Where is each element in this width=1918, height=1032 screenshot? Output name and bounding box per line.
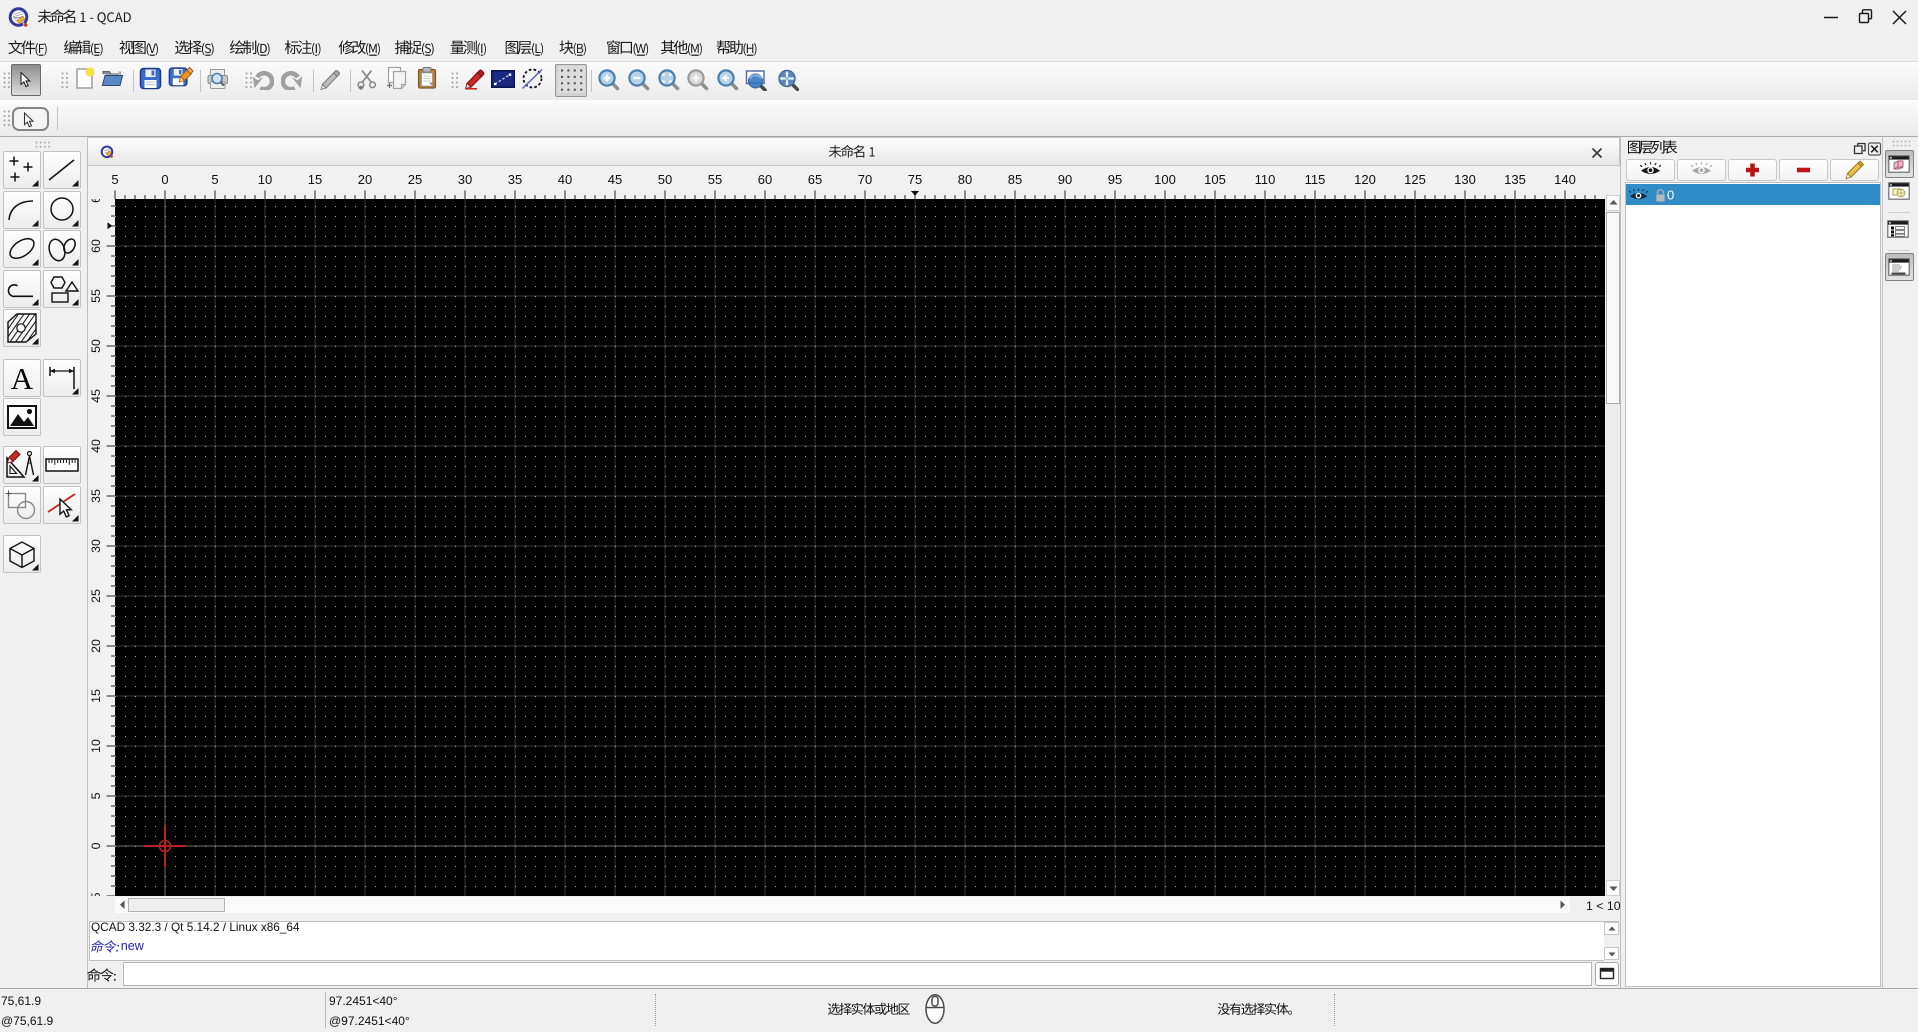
svg-text:60: 60 bbox=[89, 239, 103, 253]
svg-text:0: 0 bbox=[161, 172, 168, 187]
svg-text:30: 30 bbox=[89, 539, 103, 553]
svg-text:0: 0 bbox=[89, 842, 103, 849]
svg-text:50: 50 bbox=[658, 172, 672, 187]
svg-text:15: 15 bbox=[89, 689, 103, 703]
svg-text:90: 90 bbox=[1058, 172, 1072, 187]
svg-text:70: 70 bbox=[858, 172, 872, 187]
svg-text:60: 60 bbox=[758, 172, 772, 187]
svg-text:100: 100 bbox=[1154, 172, 1176, 187]
svg-text:85: 85 bbox=[1008, 172, 1022, 187]
svg-text:35: 35 bbox=[89, 489, 103, 503]
svg-text:65: 65 bbox=[808, 172, 822, 187]
svg-text:5: 5 bbox=[89, 792, 103, 799]
svg-text:15: 15 bbox=[308, 172, 322, 187]
svg-text:20: 20 bbox=[89, 639, 103, 653]
svg-text:5: 5 bbox=[111, 172, 118, 187]
svg-text:45: 45 bbox=[608, 172, 622, 187]
svg-text:65: 65 bbox=[89, 199, 103, 203]
svg-text:35: 35 bbox=[508, 172, 522, 187]
svg-text:50: 50 bbox=[89, 339, 103, 353]
svg-text:45: 45 bbox=[89, 389, 103, 403]
svg-text:5: 5 bbox=[89, 892, 103, 896]
svg-text:95: 95 bbox=[1108, 172, 1122, 187]
svg-text:40: 40 bbox=[89, 439, 103, 453]
svg-text:10: 10 bbox=[89, 739, 103, 753]
svg-text:A: A bbox=[11, 361, 34, 396]
svg-text:55: 55 bbox=[89, 289, 103, 303]
svg-text:110: 110 bbox=[1255, 172, 1276, 187]
svg-text:115: 115 bbox=[1305, 172, 1326, 187]
svg-text:80: 80 bbox=[958, 172, 972, 187]
svg-text:55: 55 bbox=[708, 172, 722, 187]
svg-text:40: 40 bbox=[558, 172, 572, 187]
svg-text:135: 135 bbox=[1504, 172, 1526, 187]
svg-text:130: 130 bbox=[1454, 172, 1476, 187]
svg-text:25: 25 bbox=[408, 172, 422, 187]
svg-text:10: 10 bbox=[258, 172, 272, 187]
svg-text:30: 30 bbox=[458, 172, 472, 187]
svg-text:75: 75 bbox=[908, 172, 922, 187]
svg-text:105: 105 bbox=[1204, 172, 1226, 187]
svg-text:140: 140 bbox=[1554, 172, 1576, 187]
svg-text:125: 125 bbox=[1404, 172, 1426, 187]
svg-text:5: 5 bbox=[211, 172, 218, 187]
svg-text:120: 120 bbox=[1354, 172, 1376, 187]
svg-text:25: 25 bbox=[89, 589, 103, 603]
svg-text:20: 20 bbox=[358, 172, 372, 187]
svg-text:0: 0 bbox=[1667, 187, 1674, 202]
